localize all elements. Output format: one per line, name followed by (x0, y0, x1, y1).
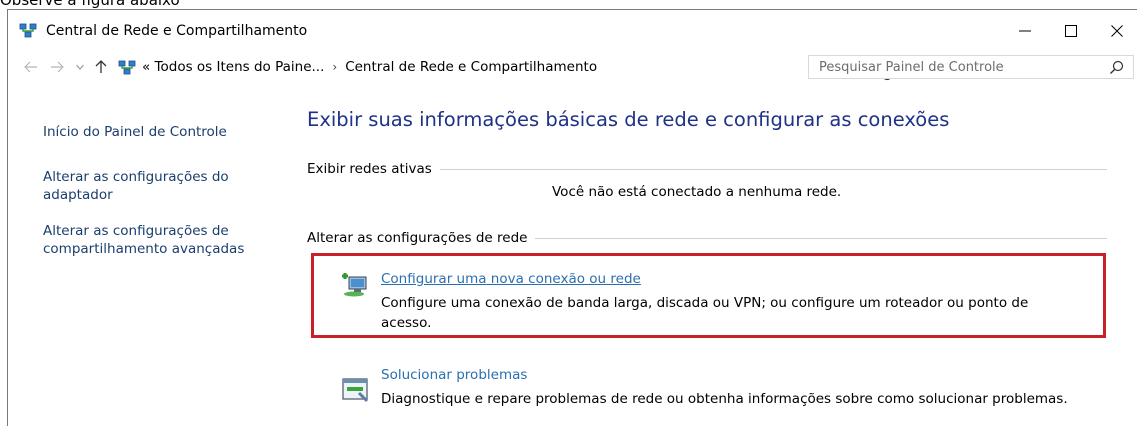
troubleshoot-problems-link[interactable]: Solucionar problemas (381, 367, 527, 383)
close-icon (1111, 25, 1123, 37)
figure-caption: Observe a figura abaixo (0, 0, 180, 9)
troubleshoot-icon (342, 378, 369, 403)
section-divider (535, 237, 1107, 239)
up-button[interactable] (91, 57, 111, 77)
network-sharing-center-window: Central de Rede e Compartilhamento « Tod… (7, 9, 1137, 426)
change-adapter-settings-link[interactable]: Alterar as configurações do adaptador (43, 168, 273, 204)
breadcrumb: « Todos os Itens do Paine... › Central d… (142, 59, 597, 75)
minimize-button[interactable] (1002, 16, 1048, 46)
main-content: Exibir suas informações básicas de rede … (298, 84, 1137, 426)
not-connected-message: Você não está conectado a nenhuma rede. (552, 184, 842, 200)
chevron-down-icon (76, 64, 84, 70)
recent-locations-button[interactable] (70, 57, 90, 77)
back-arrow-icon (24, 61, 37, 73)
search-box[interactable] (808, 55, 1134, 79)
active-networks-section: Exibir redes ativas (307, 161, 1107, 177)
section-divider (439, 168, 1107, 170)
maximize-button[interactable] (1048, 16, 1094, 46)
breadcrumb-all-items[interactable]: « Todos os Itens do Paine... (142, 59, 324, 75)
control-panel-icon (118, 60, 136, 75)
title-bar: Central de Rede e Compartilhamento (8, 10, 1137, 50)
minimize-icon (1019, 30, 1031, 32)
left-navigation-pane: Início do Painel de Controle Alterar as … (8, 84, 298, 426)
active-networks-header: Exibir redes ativas (307, 161, 432, 177)
forward-button[interactable] (47, 57, 67, 77)
forward-arrow-icon (51, 61, 64, 73)
network-icon (19, 23, 37, 38)
close-button[interactable] (1094, 16, 1137, 46)
address-bar[interactable]: « Todos os Itens do Paine... › Central d… (115, 55, 893, 81)
search-input[interactable] (809, 56, 1099, 78)
up-arrow-icon (95, 60, 107, 73)
breadcrumb-current[interactable]: Central de Rede e Compartilhamento (345, 59, 597, 75)
new-connection-icon (342, 273, 367, 297)
search-icon[interactable] (1109, 60, 1124, 75)
change-advanced-sharing-link[interactable]: Alterar as configurações de compartilham… (43, 222, 273, 258)
setup-new-connection-link[interactable]: Configurar uma nova conexão ou rede (381, 271, 641, 287)
change-settings-header: Alterar as configurações de rede (307, 230, 528, 246)
control-panel-home-link[interactable]: Início do Painel de Controle (43, 123, 273, 141)
window-title: Central de Rede e Compartilhamento (46, 23, 308, 39)
page-title: Exibir suas informações básicas de rede … (307, 108, 950, 131)
setup-new-connection-description: Configure uma conexão de banda larga, di… (381, 295, 1029, 331)
address-row: « Todos os Itens do Paine... › Central d… (8, 50, 1137, 84)
change-network-settings-section: Alterar as configurações de rede (307, 230, 1107, 246)
troubleshoot-problems-description: Diagnostique e repare problemas de rede … (381, 391, 1068, 407)
back-button[interactable] (21, 57, 41, 77)
maximize-icon (1065, 25, 1077, 37)
breadcrumb-separator-icon[interactable]: › (332, 60, 337, 74)
